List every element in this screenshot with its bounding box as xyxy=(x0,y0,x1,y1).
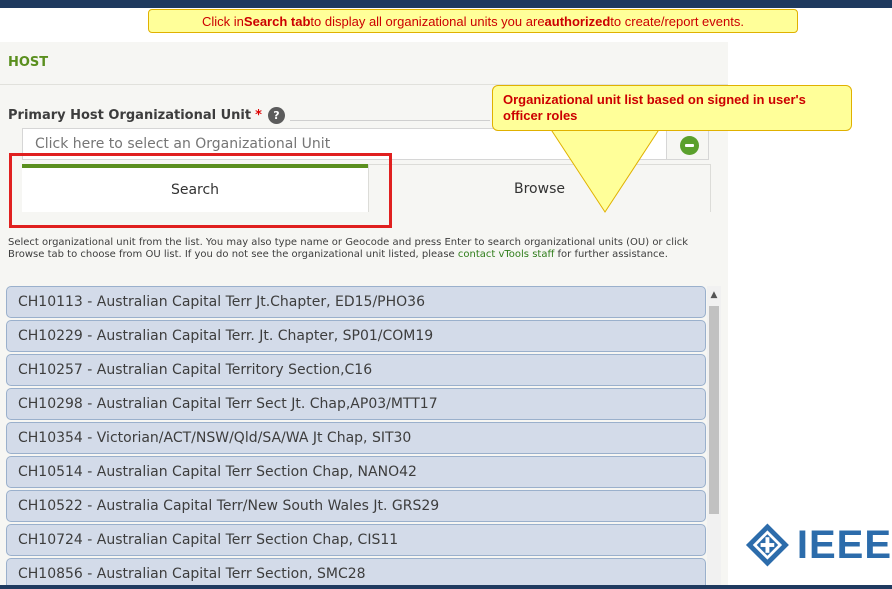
list-item[interactable]: CH10522 - Australia Capital Terr/New Sou… xyxy=(6,490,706,522)
ieee-diamond-icon xyxy=(745,523,789,567)
chevron-up-icon[interactable]: ▲ xyxy=(707,286,721,304)
officer-roles-callout: Organizational unit list based on signed… xyxy=(492,85,852,131)
banner-text-1: Click in xyxy=(202,13,244,29)
list-item[interactable]: CH10354 - Victorian/ACT/NSW/Qld/SA/WA Jt… xyxy=(6,422,706,454)
help-text-tail: for further assistance. xyxy=(554,249,668,260)
banner-bold-2: authorized xyxy=(544,13,611,29)
banner-bold-1: Search tab xyxy=(243,13,311,29)
list-item[interactable]: CH10229 - Australian Capital Terr. Jt. C… xyxy=(6,320,706,352)
field-label-text: Primary Host Organizational Unit xyxy=(8,108,252,123)
top-bar xyxy=(0,0,892,8)
banner-text-3: to create/report events. xyxy=(610,13,744,29)
ou-select-input[interactable] xyxy=(22,128,667,160)
tab-search[interactable]: Search xyxy=(22,164,368,212)
help-icon[interactable]: ? xyxy=(267,107,285,124)
required-marker: * xyxy=(255,108,262,123)
list-item[interactable]: CH10298 - Australian Capital Terr Sect J… xyxy=(6,388,706,420)
page: Click in Search tab to display all organ… xyxy=(0,0,892,589)
label-divider xyxy=(290,120,490,121)
field-label: Primary Host Organizational Unit * ? xyxy=(8,107,285,124)
list-item[interactable]: CH10514 - Australian Capital Terr Sectio… xyxy=(6,456,706,488)
tab-browse[interactable]: Browse xyxy=(368,164,711,212)
list-scrollbar[interactable]: ▲ xyxy=(707,286,721,589)
ou-list: CH10113 - Australian Capital Terr Jt.Cha… xyxy=(6,286,706,589)
minus-circle-icon[interactable] xyxy=(680,136,699,155)
instruction-banner: Click in Search tab to display all organ… xyxy=(148,9,798,33)
list-item[interactable]: CH10113 - Australian Capital Terr Jt.Cha… xyxy=(6,286,706,318)
section-title: HOST xyxy=(8,55,49,70)
ieee-logo: IEEE xyxy=(744,521,892,569)
list-item[interactable]: CH10724 - Australian Capital Terr Sectio… xyxy=(6,524,706,556)
contact-vtools-link[interactable]: contact vTools staff xyxy=(458,249,554,260)
help-text: Select organizational unit from the list… xyxy=(8,237,711,261)
scroll-thumb[interactable] xyxy=(709,306,719,514)
banner-text-2: to display all organizational units you … xyxy=(310,13,545,29)
list-item[interactable]: CH10257 - Australian Capital Territory S… xyxy=(6,354,706,386)
ieee-logo-text: IEEE xyxy=(796,522,892,567)
bottom-bar xyxy=(0,585,892,589)
